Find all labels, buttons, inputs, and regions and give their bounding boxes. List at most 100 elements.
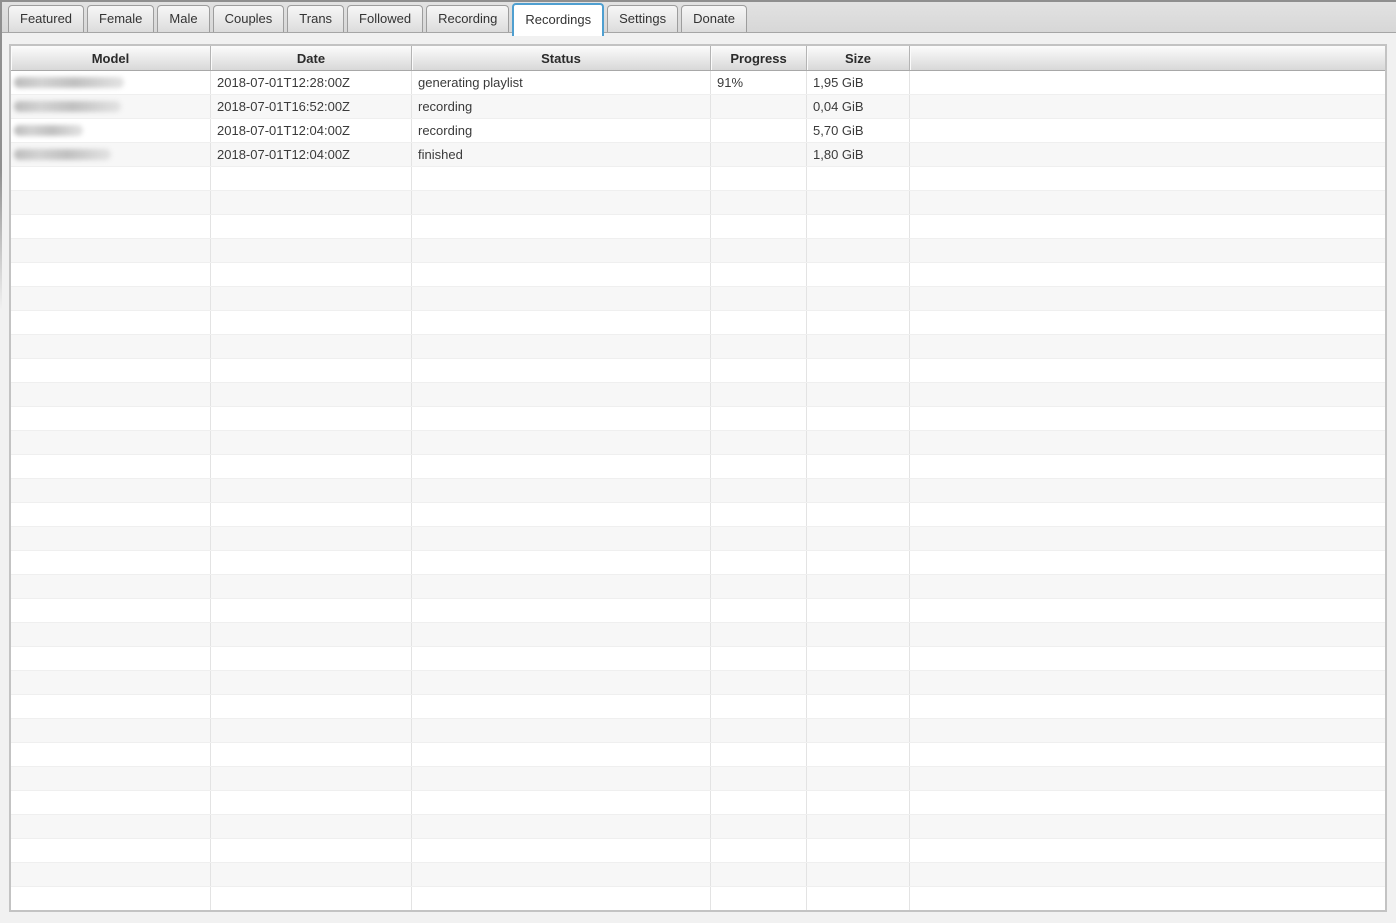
tab-couples[interactable]: Couples	[213, 5, 285, 32]
recording-row[interactable]: 2018-07-01T12:04:00Zfinished1,80 GiB	[11, 143, 1385, 167]
cell-model	[11, 743, 211, 766]
cell-date	[211, 383, 412, 406]
empty-row	[11, 239, 1385, 263]
cell-date	[211, 215, 412, 238]
cell-model	[11, 767, 211, 790]
column-header-progress[interactable]: Progress	[711, 46, 807, 70]
column-header-date[interactable]: Date	[211, 46, 412, 70]
model-name-redacted	[14, 125, 83, 136]
cell-date	[211, 647, 412, 670]
cell-model	[11, 527, 211, 550]
cell-status	[412, 239, 711, 262]
cell-extra	[910, 863, 1385, 886]
cell-date	[211, 263, 412, 286]
cell-model	[11, 119, 211, 142]
cell-date	[211, 551, 412, 574]
cell-status	[412, 335, 711, 358]
tab-bar: FeaturedFemaleMaleCouplesTransFollowedRe…	[0, 0, 1396, 33]
cell-progress	[711, 287, 807, 310]
cell-size	[807, 359, 910, 382]
cell-extra	[910, 215, 1385, 238]
empty-row	[11, 287, 1385, 311]
empty-row	[11, 647, 1385, 671]
tab-settings[interactable]: Settings	[607, 5, 678, 32]
empty-row	[11, 407, 1385, 431]
column-header-model[interactable]: Model	[11, 46, 211, 70]
cell-status	[412, 743, 711, 766]
recording-row[interactable]: 2018-07-01T12:04:00Zrecording5,70 GiB	[11, 119, 1385, 143]
cell-status	[412, 599, 711, 622]
cell-model	[11, 623, 211, 646]
empty-row	[11, 359, 1385, 383]
recording-row[interactable]: 2018-07-01T16:52:00Zrecording0,04 GiB	[11, 95, 1385, 119]
empty-row	[11, 335, 1385, 359]
model-name-redacted	[14, 101, 121, 112]
cell-size	[807, 815, 910, 838]
tab-featured[interactable]: Featured	[8, 5, 84, 32]
cell-date	[211, 431, 412, 454]
cell-status	[412, 407, 711, 430]
cell-status	[412, 383, 711, 406]
cell-status	[412, 167, 711, 190]
cell-progress	[711, 671, 807, 694]
recording-row[interactable]: 2018-07-01T12:28:00Zgenerating playlist9…	[11, 71, 1385, 95]
empty-row	[11, 791, 1385, 815]
tab-female[interactable]: Female	[87, 5, 154, 32]
empty-row	[11, 431, 1385, 455]
cell-size	[807, 239, 910, 262]
tab-recording[interactable]: Recording	[426, 5, 509, 32]
cell-extra	[910, 767, 1385, 790]
cell-size: 1,80 GiB	[807, 143, 910, 166]
tab-followed[interactable]: Followed	[347, 5, 423, 32]
tab-recordings[interactable]: Recordings	[512, 3, 604, 36]
cell-model	[11, 455, 211, 478]
cell-progress: 91%	[711, 71, 807, 94]
cell-model	[11, 599, 211, 622]
cell-progress	[711, 767, 807, 790]
cell-model	[11, 719, 211, 742]
empty-row	[11, 479, 1385, 503]
cell-extra	[910, 95, 1385, 118]
empty-row	[11, 743, 1385, 767]
cell-model	[11, 407, 211, 430]
cell-model	[11, 815, 211, 838]
cell-size	[807, 839, 910, 862]
column-header-size[interactable]: Size	[807, 46, 910, 70]
column-header-status[interactable]: Status	[412, 46, 711, 70]
cell-date	[211, 479, 412, 502]
tab-donate[interactable]: Donate	[681, 5, 747, 32]
cell-extra	[910, 119, 1385, 142]
cell-size	[807, 695, 910, 718]
cell-status	[412, 311, 711, 334]
cell-date	[211, 311, 412, 334]
empty-row	[11, 767, 1385, 791]
cell-progress	[711, 575, 807, 598]
cell-extra	[910, 743, 1385, 766]
empty-row	[11, 719, 1385, 743]
cell-size	[807, 863, 910, 886]
cell-date	[211, 887, 412, 910]
cell-date	[211, 287, 412, 310]
cell-progress	[711, 119, 807, 142]
empty-row	[11, 623, 1385, 647]
cell-model	[11, 839, 211, 862]
cell-progress	[711, 599, 807, 622]
cell-date	[211, 671, 412, 694]
cell-model	[11, 479, 211, 502]
cell-progress	[711, 503, 807, 526]
cell-date	[211, 791, 412, 814]
cell-date	[211, 839, 412, 862]
cell-size	[807, 671, 910, 694]
cell-extra	[910, 719, 1385, 742]
empty-row	[11, 527, 1385, 551]
cell-date	[211, 767, 412, 790]
cell-progress	[711, 215, 807, 238]
tab-trans[interactable]: Trans	[287, 5, 344, 32]
cell-extra	[910, 407, 1385, 430]
cell-progress	[711, 479, 807, 502]
tab-male[interactable]: Male	[157, 5, 209, 32]
cell-size	[807, 887, 910, 910]
cell-status: recording	[412, 95, 711, 118]
window-left-edge	[0, 0, 2, 310]
cell-size	[807, 551, 910, 574]
